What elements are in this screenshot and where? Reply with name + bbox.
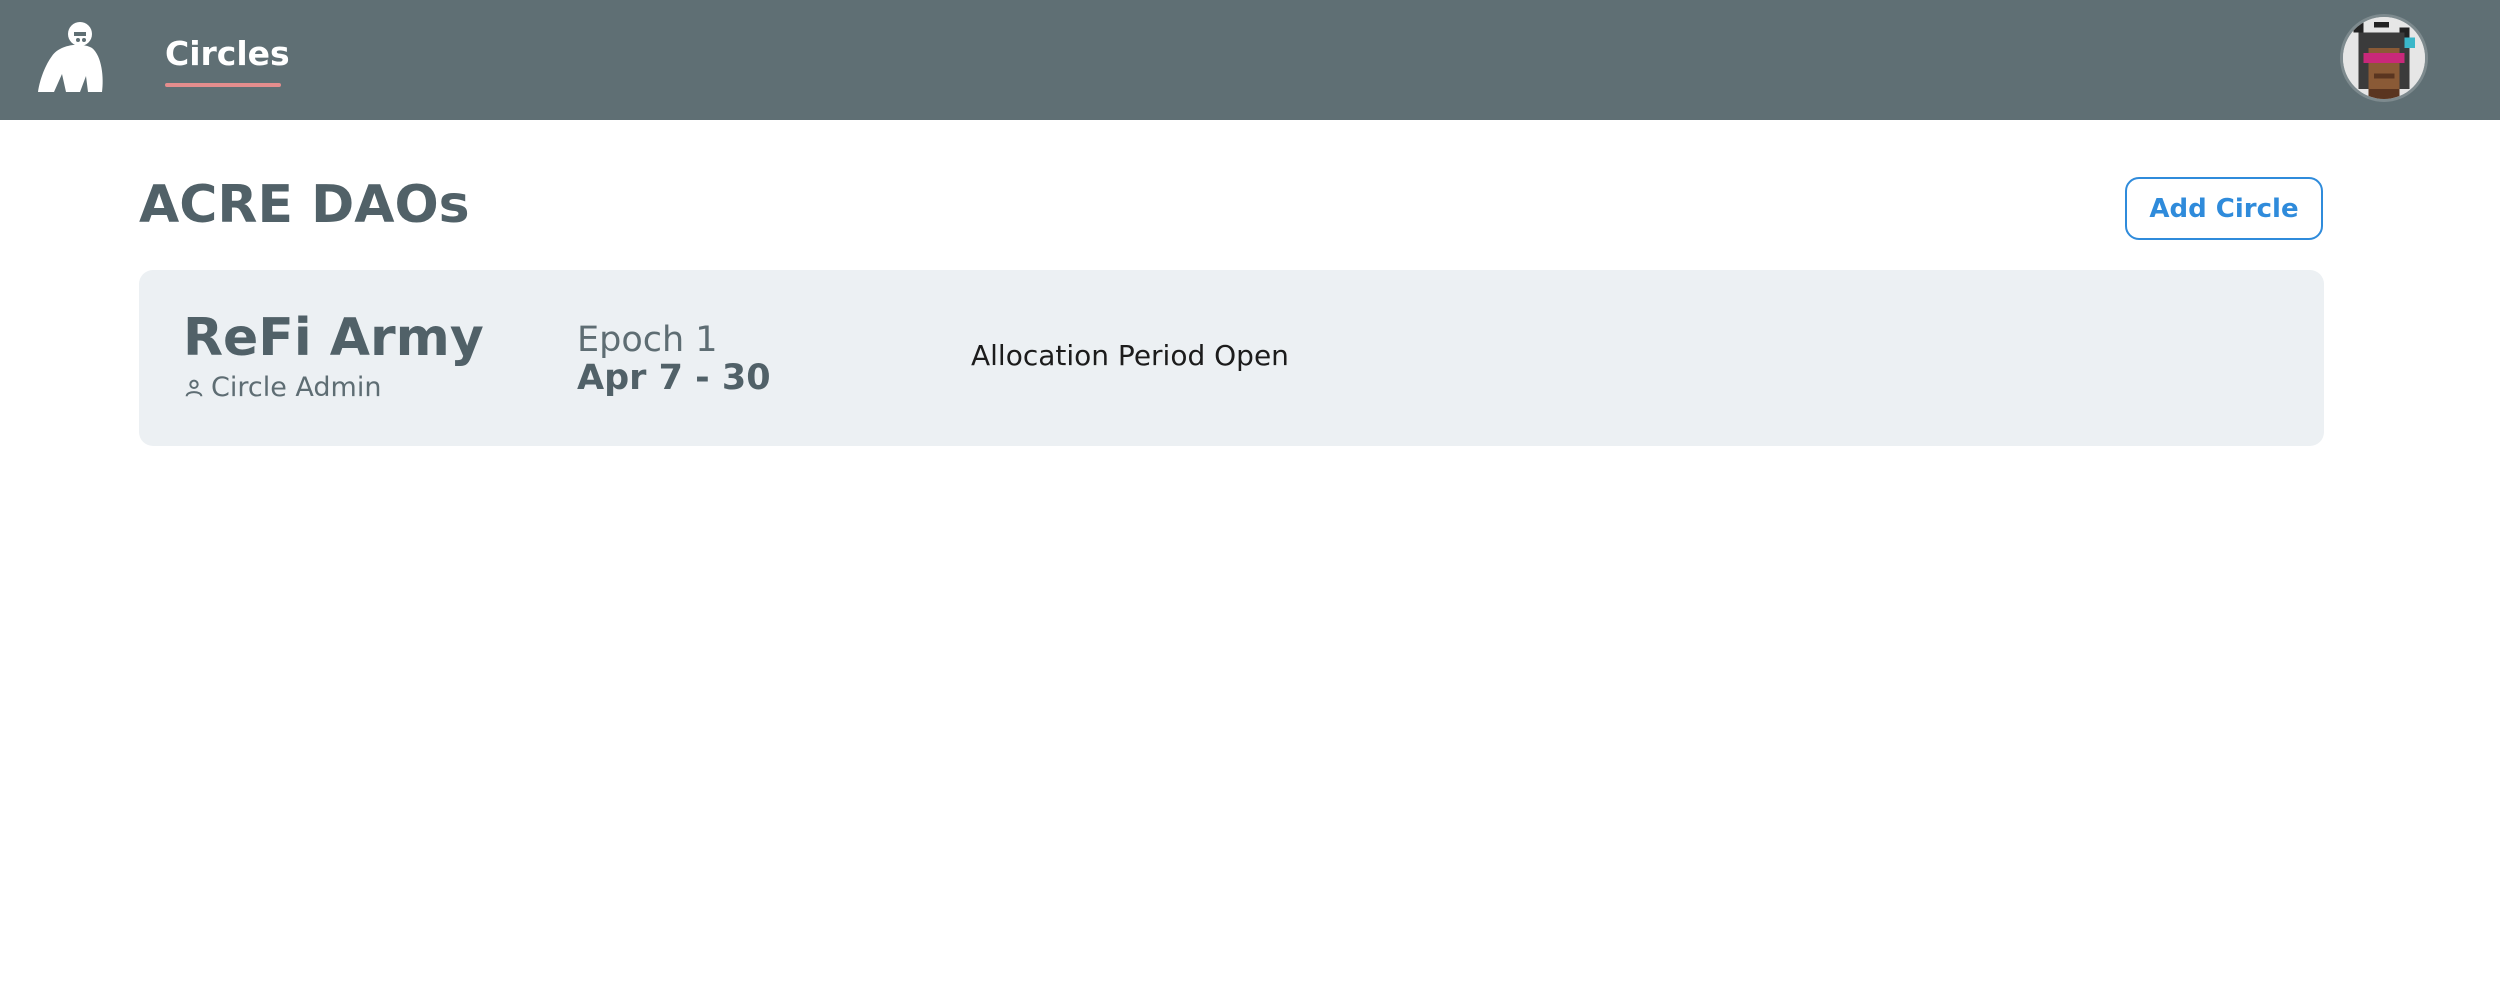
epoch-status: Allocation Period Open <box>971 339 1289 372</box>
circle-card[interactable]: ReFi Army Circle Admin Epoch 1 Apr 7 - 3… <box>139 270 2324 446</box>
nav-link-circles[interactable]: Circles <box>165 34 290 73</box>
add-circle-button[interactable]: Add Circle <box>2125 177 2323 240</box>
page-title: ACRE DAOs <box>139 175 470 235</box>
pixel-avatar-icon <box>2343 17 2425 99</box>
top-navigation-bar: Circles <box>0 0 2500 120</box>
user-avatar[interactable] <box>2340 14 2428 102</box>
active-nav-indicator <box>165 83 281 87</box>
epoch-label: Epoch 1 <box>577 320 718 360</box>
circle-name[interactable]: ReFi Army <box>183 308 484 368</box>
epoch-dates: Apr 7 - 30 <box>577 358 771 398</box>
circle-role-label: Circle Admin <box>211 372 382 403</box>
gorilla-logo-icon[interactable] <box>32 18 112 98</box>
circle-role: Circle Admin <box>183 370 381 406</box>
user-icon <box>185 379 203 397</box>
